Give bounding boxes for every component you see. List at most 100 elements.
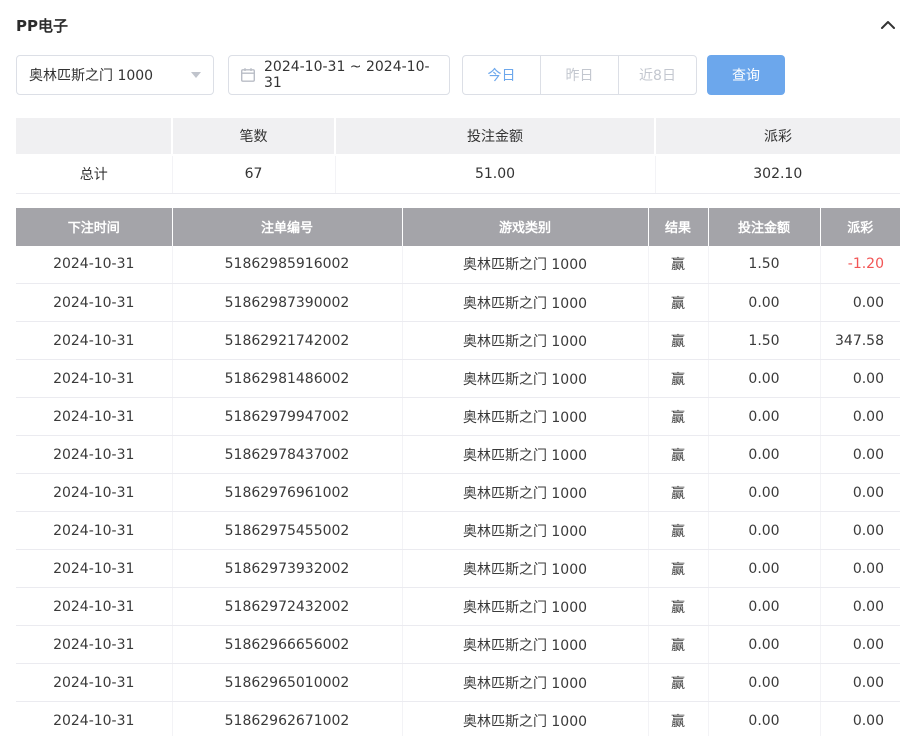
cell-game: 奥林匹斯之门 1000 <box>402 626 648 664</box>
cell-result: 赢 <box>648 284 708 322</box>
cell-result: 赢 <box>648 360 708 398</box>
cell-order: 51862972432002 <box>172 588 402 626</box>
summary-total-row: 总计 67 51.00 302.10 <box>16 155 900 193</box>
cell-amount: 0.00 <box>708 664 820 702</box>
date-range-value: 2024-10-31 ~ 2024-10-31 <box>264 59 438 91</box>
chevron-up-icon <box>880 20 896 30</box>
table-row: 2024-10-3151862985916002奥林匹斯之门 1000赢1.50… <box>16 246 900 284</box>
cell-order: 51862921742002 <box>172 322 402 360</box>
cell-payout: 0.00 <box>820 436 900 474</box>
cell-time: 2024-10-31 <box>16 284 172 322</box>
cell-amount: 0.00 <box>708 360 820 398</box>
cell-time: 2024-10-31 <box>16 550 172 588</box>
cell-game: 奥林匹斯之门 1000 <box>402 588 648 626</box>
cell-order: 51862962671002 <box>172 702 402 736</box>
pp-electronic-panel: PP电子 奥林匹斯之门 1000 2024-10-31 ~ 2024-10-31 <box>0 0 916 736</box>
cell-result: 赢 <box>648 436 708 474</box>
summary-header-cell: 投注金额 <box>335 118 655 155</box>
table-row: 2024-10-3151862972432002奥林匹斯之门 1000赢0.00… <box>16 588 900 626</box>
cell-game: 奥林匹斯之门 1000 <box>402 550 648 588</box>
cell-order: 51862978437002 <box>172 436 402 474</box>
cell-payout: -1.20 <box>820 246 900 284</box>
cell-result: 赢 <box>648 512 708 550</box>
summary-header-cell: 派彩 <box>655 118 900 155</box>
cell-payout: 0.00 <box>820 360 900 398</box>
cell-amount: 1.50 <box>708 246 820 284</box>
summary-payout: 302.10 <box>655 155 900 193</box>
detail-header-cell: 注单编号 <box>172 208 402 246</box>
cell-order: 51862975455002 <box>172 512 402 550</box>
cell-game: 奥林匹斯之门 1000 <box>402 246 648 284</box>
cell-game: 奥林匹斯之门 1000 <box>402 702 648 736</box>
cell-payout: 0.00 <box>820 284 900 322</box>
cell-time: 2024-10-31 <box>16 322 172 360</box>
search-button[interactable]: 查询 <box>707 55 785 95</box>
summary-header-cell: 笔数 <box>172 118 335 155</box>
quick-filter-group: 今日昨日近8日 <box>462 55 697 95</box>
cell-result: 赢 <box>648 588 708 626</box>
cell-payout: 0.00 <box>820 626 900 664</box>
cell-time: 2024-10-31 <box>16 588 172 626</box>
cell-time: 2024-10-31 <box>16 360 172 398</box>
chevron-down-icon <box>191 72 201 78</box>
cell-order: 51862965010002 <box>172 664 402 702</box>
panel-header: PP电子 <box>16 0 900 50</box>
cell-time: 2024-10-31 <box>16 436 172 474</box>
table-row: 2024-10-3151862921742002奥林匹斯之门 1000赢1.50… <box>16 322 900 360</box>
quick-filter-last-8-days[interactable]: 近8日 <box>618 55 697 95</box>
cell-amount: 0.00 <box>708 626 820 664</box>
cell-payout: 0.00 <box>820 664 900 702</box>
cell-payout: 0.00 <box>820 550 900 588</box>
table-row: 2024-10-3151862979947002奥林匹斯之门 1000赢0.00… <box>16 398 900 436</box>
cell-amount: 0.00 <box>708 284 820 322</box>
cell-payout: 347.58 <box>820 322 900 360</box>
game-select[interactable]: 奥林匹斯之门 1000 <box>16 55 214 95</box>
quick-filter-today[interactable]: 今日 <box>462 55 541 95</box>
summary-header-cell <box>16 118 172 155</box>
cell-result: 赢 <box>648 246 708 284</box>
cell-game: 奥林匹斯之门 1000 <box>402 664 648 702</box>
cell-amount: 0.00 <box>708 550 820 588</box>
summary-header-row: 笔数投注金额派彩 <box>16 118 900 155</box>
collapse-button[interactable] <box>876 16 900 34</box>
cell-result: 赢 <box>648 550 708 588</box>
cell-result: 赢 <box>648 702 708 736</box>
cell-order: 51862976961002 <box>172 474 402 512</box>
cell-result: 赢 <box>648 322 708 360</box>
cell-amount: 0.00 <box>708 702 820 736</box>
cell-order: 51862985916002 <box>172 246 402 284</box>
cell-time: 2024-10-31 <box>16 246 172 284</box>
cell-game: 奥林匹斯之门 1000 <box>402 436 648 474</box>
cell-result: 赢 <box>648 398 708 436</box>
cell-result: 赢 <box>648 474 708 512</box>
detail-header-cell: 游戏类别 <box>402 208 648 246</box>
table-row: 2024-10-3151862976961002奥林匹斯之门 1000赢0.00… <box>16 474 900 512</box>
game-select-value: 奥林匹斯之门 1000 <box>29 65 153 85</box>
table-row: 2024-10-3151862981486002奥林匹斯之门 1000赢0.00… <box>16 360 900 398</box>
cell-time: 2024-10-31 <box>16 512 172 550</box>
cell-amount: 0.00 <box>708 588 820 626</box>
cell-amount: 0.00 <box>708 436 820 474</box>
filter-row: 奥林匹斯之门 1000 2024-10-31 ~ 2024-10-31 今日昨日… <box>16 55 900 95</box>
cell-time: 2024-10-31 <box>16 664 172 702</box>
cell-payout: 0.00 <box>820 474 900 512</box>
detail-header-row: 下注时间注单编号游戏类别结果投注金额派彩 <box>16 208 900 246</box>
cell-order: 51862966656002 <box>172 626 402 664</box>
cell-game: 奥林匹斯之门 1000 <box>402 360 648 398</box>
summary-count: 67 <box>172 155 335 193</box>
cell-amount: 0.00 <box>708 474 820 512</box>
table-row: 2024-10-3151862973932002奥林匹斯之门 1000赢0.00… <box>16 550 900 588</box>
table-row: 2024-10-3151862987390002奥林匹斯之门 1000赢0.00… <box>16 284 900 322</box>
page-title: PP电子 <box>16 15 68 36</box>
cell-payout: 0.00 <box>820 512 900 550</box>
cell-result: 赢 <box>648 626 708 664</box>
cell-payout: 0.00 <box>820 588 900 626</box>
cell-game: 奥林匹斯之门 1000 <box>402 322 648 360</box>
cell-payout: 0.00 <box>820 702 900 736</box>
summary-total-label: 总计 <box>16 155 172 193</box>
cell-time: 2024-10-31 <box>16 398 172 436</box>
quick-filter-yesterday[interactable]: 昨日 <box>540 55 619 95</box>
date-range-picker[interactable]: 2024-10-31 ~ 2024-10-31 <box>228 55 450 95</box>
detail-table: 下注时间注单编号游戏类别结果投注金额派彩 2024-10-31518629859… <box>16 208 900 736</box>
cell-order: 51862987390002 <box>172 284 402 322</box>
